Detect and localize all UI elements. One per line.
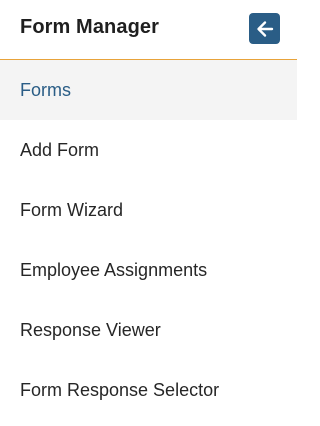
menu-item-label: Forms — [20, 79, 71, 100]
form-manager-panel: Form Manager Forms Add Form Form Wizard … — [0, 0, 297, 426]
menu-item-add-form[interactable]: Add Form — [0, 120, 297, 180]
panel-title: Form Manager — [20, 16, 160, 38]
menu-item-form-response-selector[interactable]: Form Response Selector — [0, 360, 297, 420]
back-button[interactable] — [249, 13, 280, 44]
menu-item-label: Form Wizard — [20, 199, 123, 220]
menu-item-label: Response Viewer — [20, 319, 161, 340]
menu-item-response-viewer[interactable]: Response Viewer — [0, 300, 297, 360]
menu-item-employee-assignments[interactable]: Employee Assignments — [0, 240, 297, 300]
nav-menu: Forms Add Form Form Wizard Employee Assi… — [0, 60, 297, 420]
menu-item-label: Employee Assignments — [20, 259, 208, 280]
menu-item-form-wizard[interactable]: Form Wizard — [0, 180, 297, 240]
arrow-left-icon — [256, 20, 273, 37]
menu-item-forms[interactable]: Forms — [0, 60, 297, 120]
menu-item-label: Form Response Selector — [20, 379, 220, 400]
menu-item-label: Add Form — [20, 139, 100, 160]
panel-header: Form Manager — [0, 0, 297, 60]
